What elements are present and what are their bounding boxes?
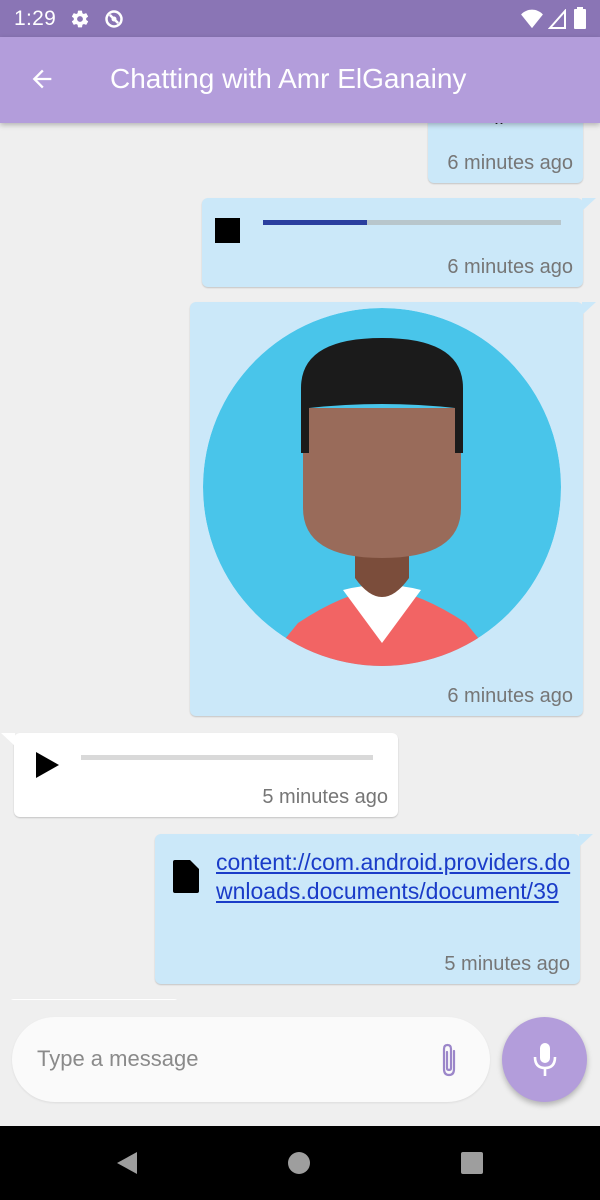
message-time: 6 minutes ago xyxy=(447,685,573,707)
bubble-tail xyxy=(1,733,15,746)
bubble-tail xyxy=(579,834,593,847)
signal-icon xyxy=(548,9,566,29)
play-icon[interactable] xyxy=(34,751,60,779)
bubble-tail xyxy=(582,198,596,211)
nav-home-icon[interactable] xyxy=(288,1152,310,1174)
stop-button[interactable] xyxy=(215,218,240,243)
audio-message-outgoing[interactable]: 6 minutes ago xyxy=(202,198,596,287)
back-button[interactable] xyxy=(22,59,62,99)
status-time: 1:29 xyxy=(14,7,57,30)
audio-progress-bar[interactable] xyxy=(263,220,561,225)
arrow-back-icon xyxy=(32,69,52,89)
file-icon xyxy=(173,860,199,893)
message-composer xyxy=(12,1017,490,1102)
system-nav-bar xyxy=(0,1126,600,1200)
message-time: 5 minutes ago xyxy=(262,786,388,808)
message-bubble-incoming[interactable] xyxy=(8,999,180,1000)
gear-icon xyxy=(71,10,89,28)
bubble-tail xyxy=(582,302,596,315)
file-link[interactable]: content://com.android.providers.download… xyxy=(216,848,576,906)
audio-message-incoming[interactable]: 5 minutes ago xyxy=(1,733,398,817)
image-message-outgoing[interactable]: 6 minutes ago xyxy=(190,302,596,716)
wifi-icon xyxy=(521,9,543,29)
sync-icon xyxy=(105,10,123,28)
message-time: 6 minutes ago xyxy=(447,256,573,278)
audio-progress-fill xyxy=(263,220,368,225)
message-bubble-outgoing[interactable]: .. 6 minutes ago xyxy=(428,123,583,183)
message-time: 6 minutes ago xyxy=(447,152,573,174)
message-time: 5 minutes ago xyxy=(444,953,570,975)
nav-recents-icon[interactable] xyxy=(461,1152,483,1174)
person-avatar-image[interactable] xyxy=(203,308,561,666)
message-list[interactable]: .. 6 minutes ago 6 minutes ago xyxy=(0,123,600,1000)
file-message-outgoing[interactable]: content://com.android.providers.download… xyxy=(155,834,593,984)
app-bar: Chatting with Amr ElGanainy xyxy=(0,37,600,123)
page-title: Chatting with Amr ElGanainy xyxy=(110,63,467,94)
message-input[interactable] xyxy=(37,1039,417,1079)
mic-icon xyxy=(533,1042,556,1076)
chat-screen: 1:29 Chatting with Amr ElGanainy 6 minut… xyxy=(0,0,600,1200)
mic-button[interactable] xyxy=(502,1017,587,1102)
nav-back-icon[interactable] xyxy=(115,1150,139,1176)
audio-progress-bar[interactable] xyxy=(81,755,373,760)
battery-icon xyxy=(574,7,586,29)
paperclip-icon[interactable] xyxy=(437,1041,461,1079)
status-bar: 1:29 xyxy=(0,0,600,37)
